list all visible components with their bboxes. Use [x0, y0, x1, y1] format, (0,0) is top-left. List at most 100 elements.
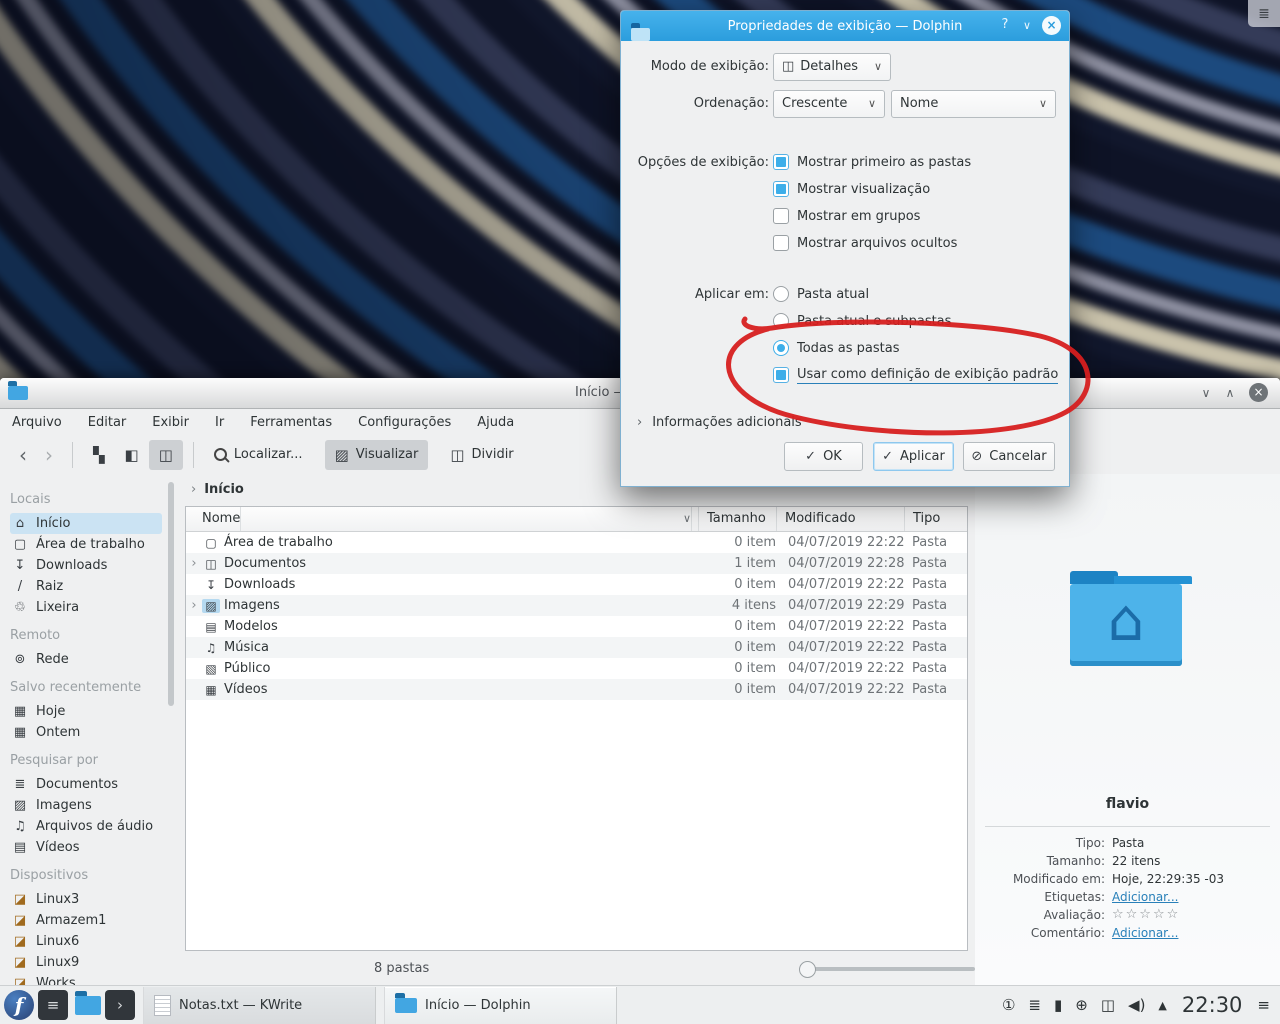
close-button[interactable]: ×: [1249, 383, 1268, 402]
table-row[interactable]: ›◫Documentos1 item04/07/2019 22:28Pasta: [186, 553, 967, 574]
zoom-slider[interactable]: [801, 967, 975, 971]
rating-stars[interactable]: ☆☆☆☆☆: [1112, 907, 1180, 922]
show-in-groups-checkbox[interactable]: [773, 208, 789, 224]
sidebar-item-linux9[interactable]: ◪Linux9: [10, 952, 180, 973]
shade-icon[interactable]: ∨: [1019, 17, 1035, 35]
use-as-default-checkbox[interactable]: [773, 367, 789, 383]
help-icon[interactable]: ?: [997, 17, 1013, 32]
header-tipo[interactable]: Tipo: [905, 507, 967, 531]
sidebar-item-rede[interactable]: ⊚Rede: [10, 649, 180, 670]
option-label[interactable]: Todas as pastas: [797, 341, 900, 356]
desktop-toolbox-icon[interactable]: ≣: [1248, 0, 1280, 27]
show-hidden-files-checkbox[interactable]: [773, 235, 789, 251]
sidebar-item-documentos[interactable]: ≣Documentos: [10, 774, 180, 795]
option-label[interactable]: Usar como definição de exibição padrão: [797, 367, 1058, 384]
task-kwrite[interactable]: Notas.txt — KWrite: [143, 987, 376, 1024]
option-label[interactable]: Mostrar visualização: [797, 182, 930, 197]
table-row[interactable]: ♫Música0 item04/07/2019 22:22Pasta: [186, 637, 967, 658]
menu-editar[interactable]: Editar: [88, 415, 127, 430]
clipboard-icon[interactable]: ≣: [1028, 996, 1041, 1014]
notifications-icon[interactable]: ①: [1002, 996, 1015, 1014]
volume-icon[interactable]: ◀): [1128, 996, 1145, 1014]
sidebar-item-linux6[interactable]: ◪Linux6: [10, 931, 180, 952]
view-mode-combo[interactable]: ◫ Detalhes ∨: [773, 53, 891, 81]
fedora-menu-icon[interactable]: f: [4, 990, 34, 1020]
sidebar-item-videos[interactable]: ▤Vídeos: [10, 837, 180, 858]
apply-button[interactable]: ✓ Aplicar: [873, 442, 954, 471]
expand-icon[interactable]: ›: [186, 598, 202, 613]
panel-settings-icon[interactable]: ≡: [1257, 996, 1270, 1014]
header-nome[interactable]: Nome ∨: [186, 507, 699, 531]
current-and-subfolders-radio[interactable]: [773, 313, 789, 329]
updates-icon[interactable]: ⊕: [1075, 996, 1088, 1014]
cancel-button[interactable]: ⊘ Cancelar: [963, 442, 1055, 471]
all-folders-radio[interactable]: [773, 340, 789, 356]
menu-ferramentas[interactable]: Ferramentas: [250, 415, 332, 430]
additional-info-expander[interactable]: › Informações adicionais: [637, 415, 802, 430]
sidebar-item-imagens[interactable]: ▨Imagens: [10, 795, 180, 816]
network-icon[interactable]: ◫: [1101, 996, 1115, 1014]
sort-order-combo[interactable]: Crescente ∨: [773, 90, 885, 118]
table-row[interactable]: ›▨Imagens4 itens04/07/2019 22:29Pasta: [186, 595, 967, 616]
dialog-close-button[interactable]: ×: [1042, 16, 1061, 35]
current-folder-radio[interactable]: [773, 286, 789, 302]
sidebar-item-raiz[interactable]: /Raiz: [10, 576, 180, 597]
table-row[interactable]: ▧Público0 item04/07/2019 22:22Pasta: [186, 658, 967, 679]
forward-icon[interactable]: ›: [36, 443, 62, 467]
dialog-titlebar[interactable]: Propriedades de exibição — Dolphin ? ∨ ×: [621, 11, 1069, 41]
option-label[interactable]: Mostrar arquivos ocultos: [797, 236, 957, 251]
icons-view-button[interactable]: ▚: [83, 440, 115, 470]
sort-by-combo[interactable]: Nome ∨: [891, 90, 1056, 118]
visualizar-button[interactable]: ▨ Visualizar: [325, 440, 429, 470]
option-label[interactable]: Mostrar primeiro as pastas: [797, 155, 971, 170]
sidebar-scrollbar[interactable]: [168, 482, 174, 706]
task-dolphin[interactable]: Início — Dolphin: [384, 987, 617, 1024]
header-modificado[interactable]: Modificado: [777, 507, 905, 531]
table-row[interactable]: ▤Modelos0 item04/07/2019 22:22Pasta: [186, 616, 967, 637]
back-icon[interactable]: ‹: [10, 443, 36, 467]
details-view-button[interactable]: ◫: [149, 440, 183, 470]
option-label[interactable]: Pasta atual e subpastas: [797, 314, 951, 329]
breadcrumb[interactable]: › Início: [191, 482, 244, 497]
sidebar-item-ontem[interactable]: ▦Ontem: [10, 722, 180, 743]
zoom-slider-knob[interactable]: [799, 961, 816, 978]
option-label[interactable]: Mostrar em grupos: [797, 209, 920, 224]
sidebar-item-downloads[interactable]: ↧Downloads: [10, 555, 180, 576]
sidebar-item-area-de-trabalho[interactable]: ▢Área de trabalho: [10, 534, 180, 555]
add-comment-link[interactable]: Adicionar...: [1112, 926, 1178, 940]
menu-exibir[interactable]: Exibir: [152, 415, 189, 430]
sidebar-item-inicio[interactable]: ⌂Início: [10, 513, 162, 534]
sidebar-item-lixeira[interactable]: ♲Lixeira: [10, 597, 180, 618]
dolphin-launcher-icon[interactable]: [75, 996, 101, 1015]
show-preview-checkbox[interactable]: [773, 181, 789, 197]
minimize-button[interactable]: ∨: [1196, 384, 1216, 402]
header-tamanho[interactable]: Tamanho: [699, 507, 777, 531]
sidebar-item-arquivos-de-audio[interactable]: ♫Arquivos de áudio: [10, 816, 180, 837]
dividir-button[interactable]: ◫ Dividir: [440, 440, 523, 470]
menu-arquivo[interactable]: Arquivo: [12, 415, 62, 430]
option-label[interactable]: Pasta atual: [797, 287, 869, 302]
table-row[interactable]: ▦Vídeos0 item04/07/2019 22:22Pasta: [186, 679, 967, 700]
compact-view-button[interactable]: ◧: [115, 440, 149, 470]
expand-icon[interactable]: ›: [186, 556, 202, 571]
menu-ajuda[interactable]: Ajuda: [477, 415, 514, 430]
localizar-button[interactable]: Localizar...: [204, 441, 313, 468]
table-row[interactable]: ↧Downloads0 item04/07/2019 22:22Pasta: [186, 574, 967, 595]
menu-configuracoes[interactable]: Configurações: [358, 415, 451, 430]
menu-ir[interactable]: Ir: [215, 415, 224, 430]
ok-button[interactable]: ✓ OK: [784, 442, 863, 471]
sidebar-item-armazem1[interactable]: ◪Armazem1: [10, 910, 180, 931]
add-tags-link[interactable]: Adicionar...: [1112, 890, 1178, 904]
show-folders-first-checkbox[interactable]: [773, 154, 789, 170]
preview-icon: ▨: [335, 446, 349, 464]
maximize-button[interactable]: ∧: [1220, 384, 1240, 402]
settings-launcher-icon[interactable]: ≡: [38, 990, 68, 1020]
item-label: Ontem: [36, 725, 80, 740]
table-row[interactable]: ▢Área de trabalho0 item04/07/2019 22:22P…: [186, 532, 967, 553]
terminal-launcher-icon[interactable]: ›: [105, 990, 135, 1020]
expand-tray-icon[interactable]: ▲: [1158, 999, 1166, 1012]
sidebar-item-hoje[interactable]: ▦Hoje: [10, 701, 180, 722]
sidebar-item-linux3[interactable]: ◪Linux3: [10, 889, 180, 910]
clock[interactable]: 22:30: [1182, 993, 1243, 1017]
removable-device-icon[interactable]: ▮: [1054, 996, 1062, 1014]
